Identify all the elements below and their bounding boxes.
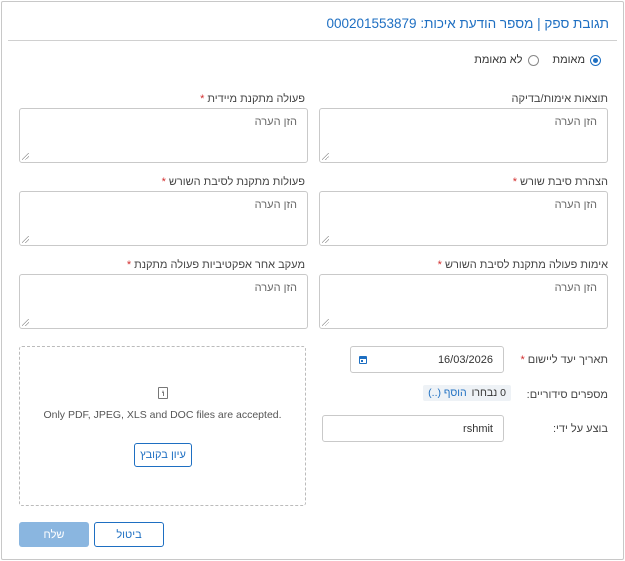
calendar-icon[interactable] (359, 356, 367, 364)
verification-results-textarea[interactable]: הזן הערה (319, 108, 608, 163)
root-cause-statement-textarea[interactable]: הזן הערה (319, 191, 608, 246)
browse-file-button[interactable]: עיון בקובץ (134, 443, 192, 467)
effectiveness-followup-label: מעקב אחר אפקטיביות פעולה מתקנת* (127, 259, 305, 271)
resize-grip-icon[interactable] (322, 319, 329, 326)
immediate-action-placeholder: הזן הערה (254, 116, 297, 128)
radio-not-verified[interactable]: לא מאומת (474, 54, 539, 66)
serial-numbers-label-text: מספרים סידוריים: (526, 389, 608, 401)
effectiveness-followup-label-text: מעקב אחר אפקטיביות פעולה מתקנת (134, 259, 305, 271)
required-marker: * (126, 259, 132, 271)
resize-grip-icon[interactable] (22, 236, 29, 243)
effectiveness-followup-placeholder: הזן הערה (254, 282, 297, 294)
verification-results-label-text: תוצאות אימות/בדיקה (511, 93, 608, 105)
target-date-value: 16/03/2026 (437, 353, 493, 366)
upload-icon (158, 387, 168, 399)
target-date-label: תאריך יעד ליישום* (520, 354, 608, 366)
required-marker: * (200, 93, 205, 105)
performed-by-input[interactable]: rshmit (322, 415, 504, 442)
resize-grip-icon[interactable] (22, 319, 29, 326)
title-divider (8, 40, 617, 41)
serial-numbers-add-link[interactable]: הוסף (..) (428, 387, 466, 399)
resize-grip-icon[interactable] (322, 236, 329, 243)
root-cause-actions-placeholder: הזן הערה (254, 199, 297, 211)
effectiveness-followup-textarea[interactable]: הזן הערה (19, 274, 308, 329)
verification-results-placeholder: הזן הערה (554, 116, 597, 128)
dialog: תגובת ספק | מספר הודעת איכות: 0002015538… (1, 1, 624, 560)
radio-not-verified-label: לא מאומת (474, 54, 523, 66)
upload-accepted-text: Only PDF, JPEG, XLS and DOC files are ac… (43, 409, 282, 421)
immediate-action-textarea[interactable]: הזן הערה (19, 108, 308, 163)
immediate-action-label: פעולה מתקנת מיידית* (200, 93, 305, 105)
radio-not-verified-indicator[interactable] (527, 54, 539, 66)
immediate-action-label-text: פעולה מתקנת מיידית (207, 93, 305, 105)
radio-verified-indicator[interactable] (590, 54, 601, 66)
root-cause-verification-placeholder: הזן הערה (554, 282, 597, 294)
radio-verified[interactable]: מאומת (553, 54, 601, 66)
required-marker: * (161, 176, 166, 188)
submit-button[interactable]: שלח (19, 522, 89, 547)
required-marker: * (512, 176, 517, 188)
cancel-button[interactable]: ביטול (94, 522, 164, 547)
dialog-title: תגובת ספק | מספר הודעת איכות: 0002015538… (326, 16, 609, 31)
verification-radio-group: מאומת לא מאומת (474, 54, 601, 66)
root-cause-statement-placeholder: הזן הערה (554, 199, 597, 211)
file-upload-dropzone[interactable]: Only PDF, JPEG, XLS and DOC files are ac… (19, 346, 306, 506)
performed-by-label-text: בוצע על ידי: (552, 423, 608, 435)
root-cause-verification-label: אימות פעולה מתקנת לסיבת השורש* (438, 259, 608, 271)
root-cause-verification-label-text: אימות פעולה מתקנת לסיבת השורש (444, 259, 608, 271)
performed-by-value: rshmit (463, 422, 493, 435)
target-date-input[interactable]: 16/03/2026 (350, 346, 504, 373)
target-date-label-text: תאריך יעד ליישום (527, 354, 608, 366)
serial-numbers-label: מספרים סידוריים: (527, 389, 608, 401)
root-cause-statement-label: הצהרת סיבת שורש* (513, 176, 608, 188)
root-cause-actions-label-text: פעולות מתקנת לסיבת השורש (168, 176, 305, 188)
root-cause-actions-textarea[interactable]: הזן הערה (19, 191, 308, 246)
verification-results-label: תוצאות אימות/בדיקה (512, 93, 608, 105)
serial-numbers-selector: 0 נבחרו הוסף (..) (423, 385, 511, 401)
radio-verified-label: מאומת (552, 54, 585, 66)
resize-grip-icon[interactable] (322, 153, 329, 160)
serial-numbers-count: 0 נבחרו (471, 387, 506, 399)
required-marker: * (520, 354, 525, 366)
resize-grip-icon[interactable] (22, 153, 29, 160)
root-cause-actions-label: פעולות מתקנת לסיבת השורש* (162, 176, 305, 188)
root-cause-statement-label-text: הצהרת סיבת שורש (519, 176, 608, 188)
performed-by-label: בוצע על ידי: (553, 423, 608, 435)
root-cause-verification-textarea[interactable]: הזן הערה (319, 274, 608, 329)
required-marker: * (437, 259, 442, 271)
